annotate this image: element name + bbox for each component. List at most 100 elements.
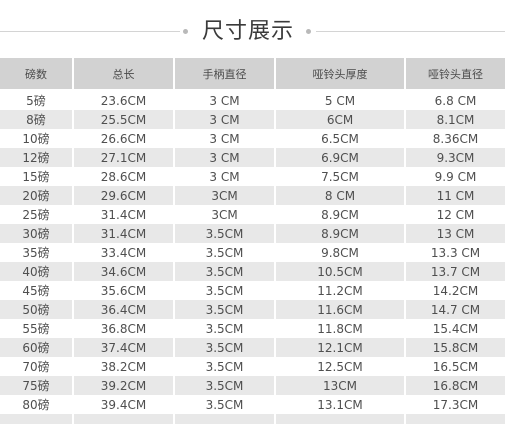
table-row: 15磅 28.6CM 3 CM 7.5CM 9.9 CM [0, 167, 505, 186]
cell-total-length: 31.4CM [73, 224, 175, 243]
cell-weight: 75磅 [0, 376, 74, 395]
cell-total-length: 28.6CM [73, 167, 175, 186]
table-row: 60磅 37.4CM 3.5CM 12.1CM 15.8CM [0, 338, 505, 357]
cell-head-diameter: 15.8CM [405, 338, 505, 357]
cell-head-thickness: 11.2CM [275, 281, 406, 300]
cell-weight: 30磅 [0, 224, 74, 243]
table-row: 70磅 38.2CM 3.5CM 12.5CM 16.5CM [0, 357, 505, 376]
title-dot-right [306, 29, 311, 34]
table-row: 50磅 36.4CM 3.5CM 11.6CM 14.7 CM [0, 300, 505, 319]
cell-handle-diameter: 3.5CM [174, 224, 276, 243]
cell-handle-diameter: 3.5CM [174, 262, 276, 281]
cell-head-diameter: 14.7 CM [405, 300, 505, 319]
cell-head-thickness: 7.5CM [275, 167, 406, 186]
cell-total-length: 25.5CM [73, 110, 175, 129]
cell-total-length: 39.2CM [73, 376, 175, 395]
table-row: 10磅 26.6CM 3 CM 6.5CM 8.36CM [0, 129, 505, 148]
cell-handle-diameter: 3CM [174, 205, 276, 224]
cell-head-thickness: 13CM [275, 376, 406, 395]
cell-head-diameter: 16.5CM [405, 357, 505, 376]
header-handle-diameter: 手柄直径 [174, 58, 276, 91]
table-row: 40磅 34.6CM 3.5CM 10.5CM 13.7 CM [0, 262, 505, 281]
header-head-diameter: 哑铃头直径 [405, 58, 505, 91]
title-dot-left [183, 29, 188, 34]
cell-weight: 50磅 [0, 300, 74, 319]
section-title-bar: 尺寸展示 [0, 14, 505, 50]
cell-total-length: 36.4CM [73, 300, 175, 319]
cell-head-thickness: 6.9CM [275, 148, 406, 167]
cell-handle-diameter: 3.5CM [174, 376, 276, 395]
cell-total-length: 35.6CM [73, 281, 175, 300]
cell-head-thickness: 11.8CM [275, 319, 406, 338]
header-total-length: 总长 [73, 58, 175, 91]
cell-head-thickness: 8 CM [275, 186, 406, 205]
cell-weight: 45磅 [0, 281, 74, 300]
cell-handle-diameter: 3.5CM [174, 319, 276, 338]
cell-head-diameter: 8.36CM [405, 129, 505, 148]
filler-cell [405, 414, 505, 424]
cell-head-thickness: 12.5CM [275, 357, 406, 376]
cell-handle-diameter: 3.5CM [174, 281, 276, 300]
cell-head-diameter: 16.8CM [405, 376, 505, 395]
cell-head-diameter: 8.1CM [405, 110, 505, 129]
table-row-filler [0, 414, 505, 424]
cell-head-thickness: 11.6CM [275, 300, 406, 319]
cell-weight: 70磅 [0, 357, 74, 376]
size-spec-table: 磅数 总长 手柄直径 哑铃头厚度 哑铃头直径 5磅 23.6CM 3 CM 5 CM 6… [0, 58, 505, 424]
cell-weight: 10磅 [0, 129, 74, 148]
filler-cell [275, 414, 406, 424]
cell-handle-diameter: 3.5CM [174, 338, 276, 357]
cell-total-length: 37.4CM [73, 338, 175, 357]
table-row: 25磅 31.4CM 3CM 8.9CM 12 CM [0, 205, 505, 224]
cell-weight: 35磅 [0, 243, 74, 262]
cell-total-length: 23.6CM [73, 90, 175, 110]
table-row: 5磅 23.6CM 3 CM 5 CM 6.8 CM [0, 90, 505, 110]
cell-head-thickness: 10.5CM [275, 262, 406, 281]
cell-handle-diameter: 3.5CM [174, 395, 276, 414]
cell-handle-diameter: 3 CM [174, 167, 276, 186]
cell-head-thickness: 8.9CM [275, 224, 406, 243]
cell-handle-diameter: 3.5CM [174, 300, 276, 319]
cell-head-thickness: 13.1CM [275, 395, 406, 414]
cell-weight: 5磅 [0, 90, 74, 110]
cell-handle-diameter: 3 CM [174, 110, 276, 129]
cell-weight: 80磅 [0, 395, 74, 414]
cell-head-thickness: 9.8CM [275, 243, 406, 262]
table-row: 80磅 39.4CM 3.5CM 13.1CM 17.3CM [0, 395, 505, 414]
cell-head-diameter: 13.3 CM [405, 243, 505, 262]
cell-handle-diameter: 3CM [174, 186, 276, 205]
cell-head-diameter: 17.3CM [405, 395, 505, 414]
title-divider-left [0, 31, 180, 32]
table-row: 75磅 39.2CM 3.5CM 13CM 16.8CM [0, 376, 505, 395]
cell-total-length: 39.4CM [73, 395, 175, 414]
table-row: 12磅 27.1CM 3 CM 6.9CM 9.3CM [0, 148, 505, 167]
cell-head-diameter: 15.4CM [405, 319, 505, 338]
cell-total-length: 31.4CM [73, 205, 175, 224]
cell-handle-diameter: 3.5CM [174, 243, 276, 262]
filler-cell [0, 414, 74, 424]
table-row: 30磅 31.4CM 3.5CM 8.9CM 13 CM [0, 224, 505, 243]
cell-total-length: 29.6CM [73, 186, 175, 205]
cell-head-diameter: 12 CM [405, 205, 505, 224]
cell-head-diameter: 9.3CM [405, 148, 505, 167]
cell-head-thickness: 5 CM [275, 90, 406, 110]
cell-handle-diameter: 3 CM [174, 148, 276, 167]
cell-handle-diameter: 3 CM [174, 90, 276, 110]
header-row: 磅数 总长 手柄直径 哑铃头厚度 哑铃头直径 [0, 58, 505, 91]
cell-total-length: 27.1CM [73, 148, 175, 167]
cell-weight: 8磅 [0, 110, 74, 129]
cell-head-diameter: 6.8 CM [405, 90, 505, 110]
table-row: 35磅 33.4CM 3.5CM 9.8CM 13.3 CM [0, 243, 505, 262]
cell-weight: 20磅 [0, 186, 74, 205]
section-title: 尺寸展示 [201, 19, 294, 44]
cell-weight: 25磅 [0, 205, 74, 224]
cell-total-length: 36.8CM [73, 319, 175, 338]
cell-total-length: 38.2CM [73, 357, 175, 376]
table-row: 55磅 36.8CM 3.5CM 11.8CM 15.4CM [0, 319, 505, 338]
header-weight: 磅数 [0, 58, 74, 91]
table-row: 8磅 25.5CM 3 CM 6CM 8.1CM [0, 110, 505, 129]
cell-head-diameter: 11 CM [405, 186, 505, 205]
cell-total-length: 34.6CM [73, 262, 175, 281]
cell-weight: 15磅 [0, 167, 74, 186]
cell-weight: 12磅 [0, 148, 74, 167]
